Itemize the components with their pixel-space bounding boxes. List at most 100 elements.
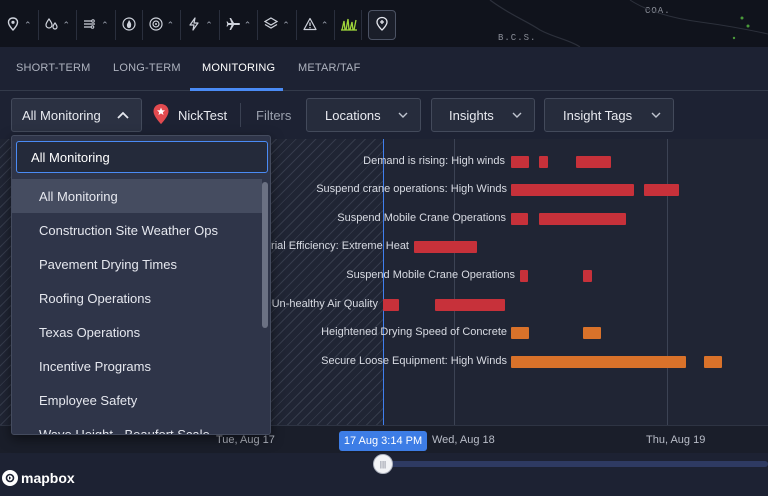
grip-icon: ||| — [379, 459, 387, 469]
chevron-up-icon: ⌃ — [166, 19, 175, 30]
radar-tool[interactable]: ⌃ — [143, 10, 182, 40]
insight-bar[interactable] — [520, 270, 528, 282]
tab-monitoring[interactable]: MONITORING — [202, 62, 275, 74]
current-time-badge: 17 Aug 3:14 PM — [339, 431, 427, 451]
dropdown-option[interactable]: Pavement Drying Times — [12, 247, 262, 281]
tab-short-term[interactable]: SHORT-TERM — [16, 62, 91, 74]
aviation-tool[interactable]: ⌃ — [220, 10, 259, 40]
chevron-up-icon: ⌃ — [62, 19, 71, 30]
alerts-tool[interactable]: ⌃ — [297, 10, 336, 40]
airplane-icon — [226, 17, 240, 34]
insight-row-label[interactable]: Heightened Drying Speed of Concrete — [321, 326, 507, 338]
insight-row-label[interactable]: Un-healthy Air Quality — [272, 298, 378, 310]
user-location-pin-icon — [152, 103, 170, 125]
insight-row-label[interactable]: Secure Loose Equipment: High Winds — [321, 355, 507, 367]
dropdown-option[interactable]: Roofing Operations — [12, 281, 262, 315]
user-name: NickTest — [178, 108, 228, 123]
chevron-up-icon: ⌃ — [243, 19, 252, 30]
dropdown-option[interactable]: Construction Site Weather Ops — [12, 213, 262, 247]
lightning-tool[interactable]: ⌃ — [181, 10, 220, 40]
insight-bar[interactable] — [511, 156, 529, 168]
insight-bar[interactable] — [435, 299, 505, 311]
wind-tool[interactable]: ⌃ — [77, 10, 116, 40]
insight-bar[interactable] — [414, 241, 477, 253]
insight-bar[interactable] — [511, 213, 528, 225]
chevron-up-icon: ⌃ — [282, 19, 290, 30]
chevron-down-icon — [651, 110, 661, 121]
add-location-button[interactable] — [368, 10, 397, 40]
dropdown-option[interactable]: Incentive Programs — [12, 349, 262, 383]
chevron-down-icon — [512, 110, 522, 121]
monitoring-options-list: All Monitoring Construction Site Weather … — [12, 179, 262, 435]
chevron-up-icon: ⌃ — [320, 19, 329, 30]
divider — [240, 103, 241, 127]
dropdown-option[interactable]: Employee Safety — [12, 383, 262, 417]
chevron-up-icon: ⌃ — [205, 19, 213, 30]
monitoring-dropdown: All MonitoringConstruction Site Weather … — [11, 135, 271, 435]
insight-bar[interactable] — [511, 356, 686, 368]
location-tool[interactable]: ⌃ — [0, 10, 39, 40]
insight-bar[interactable] — [704, 356, 722, 368]
insight-bar[interactable] — [383, 299, 399, 311]
insight-bar[interactable] — [511, 184, 634, 196]
insight-bar[interactable] — [539, 213, 626, 225]
mapbox-icon — [2, 470, 18, 486]
add-location-icon — [375, 16, 389, 34]
current-time-line — [383, 139, 384, 425]
insight-bar[interactable] — [583, 327, 601, 339]
insights-filter-button[interactable]: Insights — [431, 98, 535, 132]
layers-tool[interactable]: ⌃ — [258, 10, 297, 40]
wind-icon — [83, 17, 97, 34]
map-coastline — [489, 0, 768, 47]
insight-bar[interactable] — [539, 156, 548, 168]
locations-filter-label: Locations — [325, 107, 381, 123]
precipitation-tool[interactable]: ⌃ — [39, 10, 78, 40]
insight-row-label[interactable]: Demand is rising: High winds — [363, 155, 505, 167]
chevron-up-icon — [117, 108, 129, 122]
insight-bar[interactable] — [583, 270, 592, 282]
dropdown-scrollbar[interactable] — [262, 182, 268, 328]
vegetation-tool[interactable] — [335, 10, 363, 40]
insight-row-label[interactable]: rial Efficiency: Extreme Heat — [271, 240, 409, 252]
insight-tags-filter-button[interactable]: Insight Tags — [544, 98, 674, 132]
locations-filter-button[interactable]: Locations — [306, 98, 421, 132]
dropdown-option[interactable]: Wave Height - Beaufort Scale — [12, 417, 262, 435]
water-drops-icon — [44, 17, 59, 34]
tab-long-term[interactable]: LONG-TERM — [113, 62, 181, 74]
fire-tool[interactable] — [116, 10, 143, 40]
axis-tick-label: Wed, Aug 18 — [432, 434, 495, 446]
timeline-scrubber-handle[interactable]: ||| — [373, 454, 393, 474]
grass-icon — [341, 17, 358, 34]
timeline-scrubber-track[interactable] — [383, 461, 768, 467]
day-gridline — [667, 139, 668, 425]
chevron-up-icon: ⌃ — [101, 19, 109, 30]
insight-bar[interactable] — [576, 156, 611, 168]
axis-tick-label: Tue, Aug 17 — [216, 434, 275, 446]
dropdown-option[interactable]: Texas Operations — [12, 315, 262, 349]
dropdown-option[interactable]: All Monitoring — [12, 179, 262, 213]
insight-tags-filter-label: Insight Tags — [563, 107, 633, 123]
map-toolbar: ⌃ ⌃ ⌃ ⌃ ⌃ ⌃ ⌃ ⌃ — [0, 8, 397, 42]
mapbox-wordmark: mapbox — [21, 470, 75, 486]
insight-bar[interactable] — [511, 327, 529, 339]
filters-label: Filters — [256, 108, 292, 123]
location-pin-icon — [6, 16, 20, 34]
axis-tick-label: Thu, Aug 19 — [646, 434, 706, 446]
layers-icon — [264, 16, 279, 34]
radar-icon — [149, 16, 163, 34]
fire-icon — [122, 16, 136, 34]
chevron-down-icon — [398, 110, 408, 121]
insight-bar[interactable] — [644, 184, 679, 196]
monitoring-search-input[interactable] — [16, 141, 268, 173]
mapbox-logo: mapbox — [2, 470, 75, 486]
monitoring-select-label: All Monitoring — [22, 107, 101, 123]
chevron-up-icon: ⌃ — [24, 19, 32, 30]
insight-row-label[interactable]: Suspend Mobile Crane Operations — [337, 212, 506, 224]
tab-metar-taf[interactable]: METAR/TAF — [298, 62, 361, 74]
monitoring-select[interactable]: All Monitoring — [11, 98, 142, 132]
warning-icon — [303, 17, 317, 34]
insight-row-label[interactable]: Suspend crane operations: High Winds — [316, 183, 507, 195]
insight-row-label[interactable]: Suspend Mobile Crane Operations — [346, 269, 515, 281]
tab-bar: SHORT-TERM LONG-TERM MONITORING METAR/TA… — [0, 47, 768, 91]
filters-row: All Monitoring NickTest Filters Location… — [0, 91, 768, 139]
